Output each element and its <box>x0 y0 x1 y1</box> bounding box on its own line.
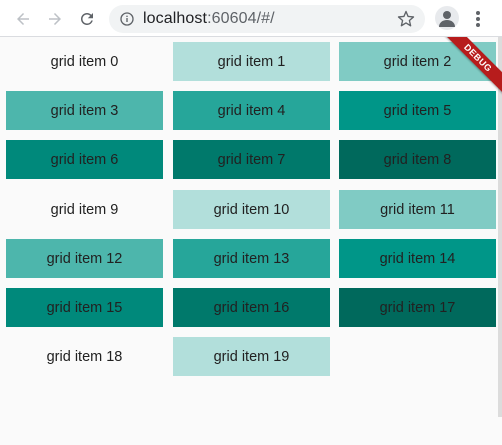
grid-item[interactable]: grid item 6 <box>6 140 163 179</box>
url-host: localhost <box>143 10 208 27</box>
grid-item[interactable]: grid item 5 <box>339 91 496 130</box>
back-button[interactable] <box>9 5 37 33</box>
grid-item-label: grid item 8 <box>383 151 452 168</box>
grid-item[interactable]: grid item 9 <box>6 190 163 229</box>
grid-item[interactable]: grid item 3 <box>6 91 163 130</box>
scrollbar[interactable] <box>498 37 502 445</box>
grid-item[interactable]: grid item 15 <box>6 288 163 327</box>
url-text[interactable]: localhost:60604/#/ <box>143 10 275 28</box>
grid-item[interactable]: grid item 1 <box>173 42 330 81</box>
grid-item-label: grid item 16 <box>213 299 290 316</box>
grid-item-label: grid item 19 <box>213 348 290 365</box>
grid-item-label: grid item 0 <box>50 53 119 70</box>
grid-item-label: grid item 7 <box>217 151 286 168</box>
grid-item[interactable]: grid item 0 <box>6 42 163 81</box>
grid-item[interactable]: grid item 11 <box>339 190 496 229</box>
browser-toolbar: localhost:60604/#/ <box>0 0 502 37</box>
address-bar[interactable]: localhost:60604/#/ <box>109 5 425 33</box>
grid-item-label: grid item 1 <box>217 53 286 70</box>
grid-item[interactable]: grid item 17 <box>339 288 496 327</box>
reload-icon <box>81 12 93 25</box>
grid-item-label: grid item 5 <box>383 102 452 119</box>
info-icon[interactable] <box>119 11 135 27</box>
grid-item[interactable]: grid item 8 <box>339 140 496 179</box>
grid-item[interactable]: grid item 7 <box>173 140 330 179</box>
grid-item-label: grid item 10 <box>213 201 290 218</box>
grid-item[interactable]: grid item 12 <box>6 239 163 278</box>
grid-item-label: grid item 9 <box>50 201 119 218</box>
reload-button[interactable] <box>73 5 101 33</box>
grid-item[interactable]: grid item 16 <box>173 288 330 327</box>
grid-item[interactable]: grid item 19 <box>173 337 330 376</box>
grid-item[interactable]: grid item 18 <box>6 337 163 376</box>
grid-item-label: grid item 12 <box>46 250 123 267</box>
grid-item[interactable]: grid item 13 <box>173 239 330 278</box>
forward-button[interactable] <box>41 5 69 33</box>
url-path: :60604/#/ <box>207 10 275 27</box>
page-viewport: grid item 0 grid item 1 grid item 2 grid it… <box>0 37 502 445</box>
grid-item-label: grid item 14 <box>379 250 456 267</box>
arrow-right-icon <box>49 13 61 25</box>
grid-item[interactable]: grid item 2 <box>339 42 496 81</box>
browser-menu-button[interactable] <box>468 5 488 33</box>
grid-item[interactable]: grid item 10 <box>173 190 330 229</box>
grid-item-label: grid item 13 <box>213 250 290 267</box>
grid-item[interactable]: grid item 14 <box>339 239 496 278</box>
profile-avatar[interactable] <box>435 6 459 30</box>
scrollbar-thumb[interactable] <box>498 37 502 417</box>
grid-item-label: grid item 15 <box>46 299 123 316</box>
grid-item-label: grid item 11 <box>380 201 455 218</box>
arrow-left-icon <box>17 13 29 25</box>
grid-item-label: grid item 2 <box>383 53 452 70</box>
person-icon <box>439 11 455 27</box>
kebab-menu-icon <box>476 11 480 27</box>
grid-item-label: grid item 6 <box>50 151 119 168</box>
grid-item[interactable]: grid item 4 <box>173 91 330 130</box>
star-icon[interactable] <box>397 10 415 28</box>
grid-item-label: grid item 18 <box>46 348 123 365</box>
grid-item-label: grid item 17 <box>379 299 456 316</box>
grid-item-label: grid item 4 <box>217 102 286 119</box>
grid-item-label: grid item 3 <box>50 102 119 119</box>
